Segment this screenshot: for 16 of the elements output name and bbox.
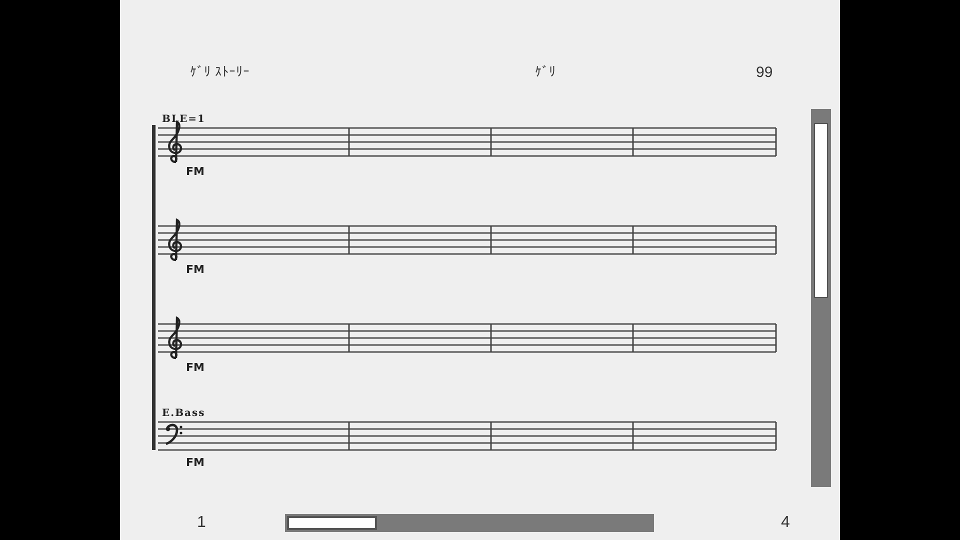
vertical-scrollbar[interactable]: [811, 109, 831, 487]
score-number: 99: [756, 64, 774, 80]
page-number: 1: [197, 514, 207, 532]
page-number: 4: [781, 514, 791, 532]
composer-name: ｹﾞﾘ: [535, 64, 557, 80]
scroll-thumb[interactable]: [287, 516, 377, 530]
sound-label: FM: [186, 456, 204, 469]
instrument-name: E.Bass: [162, 408, 206, 419]
score-title: ｹﾞﾘ ｽﾄｰﾘｰ: [190, 64, 252, 80]
scroll-thumb[interactable]: [814, 123, 828, 298]
sound-label: FM: [186, 361, 204, 374]
horizontal-scrollbar[interactable]: [285, 514, 654, 532]
instrument-name: BLE=1: [162, 114, 206, 125]
sound-label: FM: [186, 263, 204, 276]
bass-clef-icon: [164, 422, 184, 446]
sound-label: FM: [186, 165, 204, 178]
